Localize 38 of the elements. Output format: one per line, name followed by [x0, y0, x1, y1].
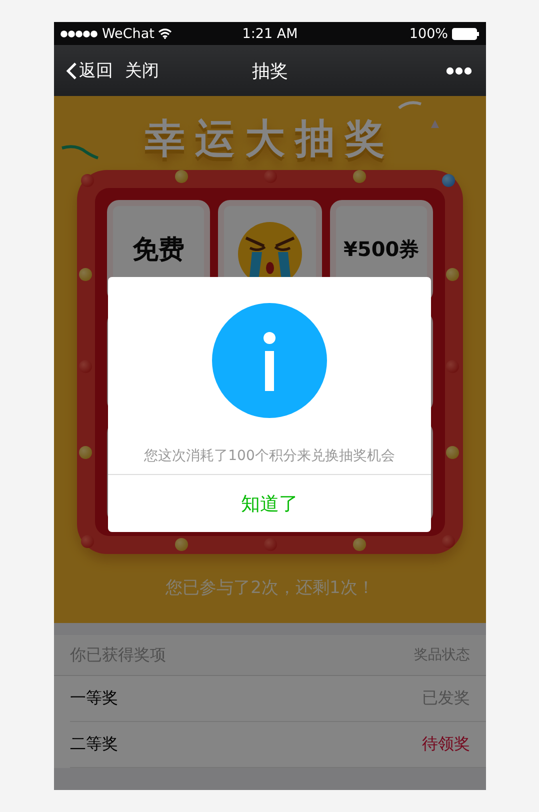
prize-name: 二等奖 — [70, 734, 118, 755]
frame-light — [446, 268, 459, 281]
info-icon — [212, 303, 327, 418]
status-time: 1:21 AM — [242, 26, 298, 42]
frame-light — [446, 360, 459, 373]
frame-light — [175, 170, 188, 183]
back-chevron-icon — [66, 62, 77, 80]
frame-light — [81, 535, 94, 548]
frame-light — [353, 170, 366, 183]
dialog-message: 您这次消耗了100个积分来兑换抽奖机会 — [144, 447, 395, 466]
frame-light — [79, 360, 92, 373]
frame-light — [442, 174, 455, 187]
back-button[interactable]: 返回 — [66, 59, 113, 82]
battery-percent: 100% — [409, 26, 448, 42]
frame-light — [81, 174, 94, 187]
more-icon[interactable] — [446, 66, 472, 74]
frame-light — [175, 538, 188, 551]
frame-light — [79, 268, 92, 281]
close-button[interactable]: 关闭 — [125, 59, 159, 82]
frame-light — [79, 446, 92, 459]
confetti-drawing — [398, 100, 440, 130]
prize-label: ¥500券 — [343, 236, 420, 263]
prize-name: 一等奖 — [70, 688, 118, 709]
prize-label: 免费 — [132, 234, 185, 267]
frame-light — [353, 538, 366, 551]
frame-light — [264, 538, 277, 551]
battery-icon — [452, 28, 480, 40]
frame-light — [442, 535, 455, 548]
frame-light — [446, 446, 459, 459]
wifi-icon — [158, 28, 172, 39]
banner-title: 幸运大抽奖 — [145, 115, 395, 164]
attempts-text: 您已参与了2次，还剩1次！ — [166, 577, 374, 599]
confetti-streamer-icon — [60, 144, 100, 160]
carrier-name: WeChat — [102, 26, 154, 42]
prize-status: 待领奖 — [422, 734, 470, 755]
page-title: 抽奖 — [252, 60, 288, 82]
frame-light — [264, 170, 277, 183]
signal-icon — [60, 30, 98, 38]
